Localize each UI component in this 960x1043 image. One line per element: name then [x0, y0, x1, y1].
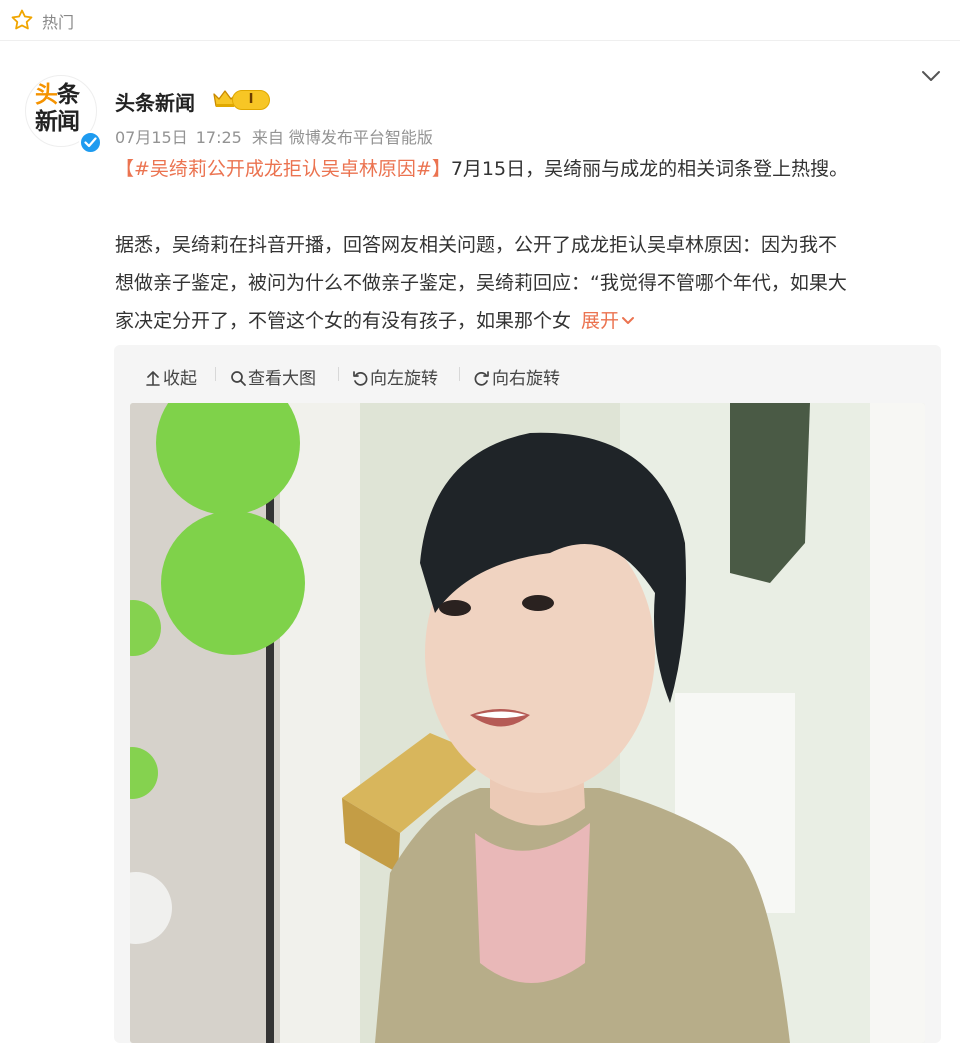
body-line: 家决定分开了，不管这个女的有没有孩子，如果那个女: [115, 310, 572, 332]
view-large-button[interactable]: 查看大图: [230, 364, 316, 389]
toolbar-divider: [215, 367, 216, 381]
chevron-down-icon: [622, 317, 635, 324]
toolbar-divider: [459, 367, 460, 381]
star-icon: [11, 9, 33, 30]
post-source: 来自 微博发布平台智能版: [251, 128, 433, 147]
rotate-right-icon: [474, 371, 489, 386]
body-line: 据悉，吴绮莉在抖音开播，回答网友相关问题，公开了成龙拒认吴卓林原因：因为我不: [115, 234, 838, 256]
post-body: 据悉，吴绮莉在抖音开播，回答网友相关问题，公开了成龙拒认吴卓林原因：因为我不 想做…: [115, 226, 945, 340]
image-card: 收起 查看大图 向左旋转 向右旋转: [114, 345, 941, 1043]
search-icon: [231, 371, 246, 386]
intro-text: 7月15日，吴绮丽与成龙的相关词条登上热搜。: [450, 158, 849, 180]
post-photo[interactable]: [130, 403, 925, 1043]
top-bar: 热门: [0, 0, 960, 41]
verified-badge-icon: [79, 131, 102, 154]
photo-illustration: [130, 403, 925, 1043]
post-content: 【#吴绮莉公开成龙拒认吴卓林原因#】7月15日，吴绮丽与成龙的相关词条登上热搜。…: [115, 150, 945, 340]
post-date[interactable]: 07月15日: [115, 128, 188, 147]
rotate-left-icon: [353, 371, 368, 386]
post-time[interactable]: 17:25: [196, 128, 242, 147]
post-meta: 07月15日 17:25 来自 微博发布平台智能版: [115, 124, 433, 148]
hot-tab-label[interactable]: 热门: [42, 9, 74, 33]
member-level-badge[interactable]: I: [232, 90, 270, 110]
avatar-logo-text-top: 头条: [35, 82, 80, 108]
rotate-left-button[interactable]: 向左旋转: [352, 364, 438, 389]
avatar-logo-text-bottom: 新闻: [35, 109, 80, 135]
image-toolbar: 收起 查看大图 向左旋转 向右旋转: [114, 345, 941, 403]
body-line: 想做亲子鉴定，被问为什么不做亲子鉴定，吴绮莉回应：“我觉得不管哪个年代，如果大: [115, 272, 847, 294]
collapse-button[interactable]: 收起: [145, 364, 197, 389]
toolbar-divider: [338, 367, 339, 381]
chevron-down-icon[interactable]: [920, 65, 942, 87]
arrow-up-icon: [146, 371, 160, 386]
hashtag-link[interactable]: 【#吴绮莉公开成龙拒认吴卓林原因#】: [115, 158, 451, 180]
rotate-right-button[interactable]: 向右旋转: [474, 364, 560, 389]
post-intro: 【#吴绮莉公开成龙拒认吴卓林原因#】7月15日，吴绮丽与成龙的相关词条登上热搜。: [115, 150, 945, 188]
author-name[interactable]: 头条新闻: [115, 87, 195, 116]
expand-link[interactable]: 展开: [581, 310, 635, 332]
